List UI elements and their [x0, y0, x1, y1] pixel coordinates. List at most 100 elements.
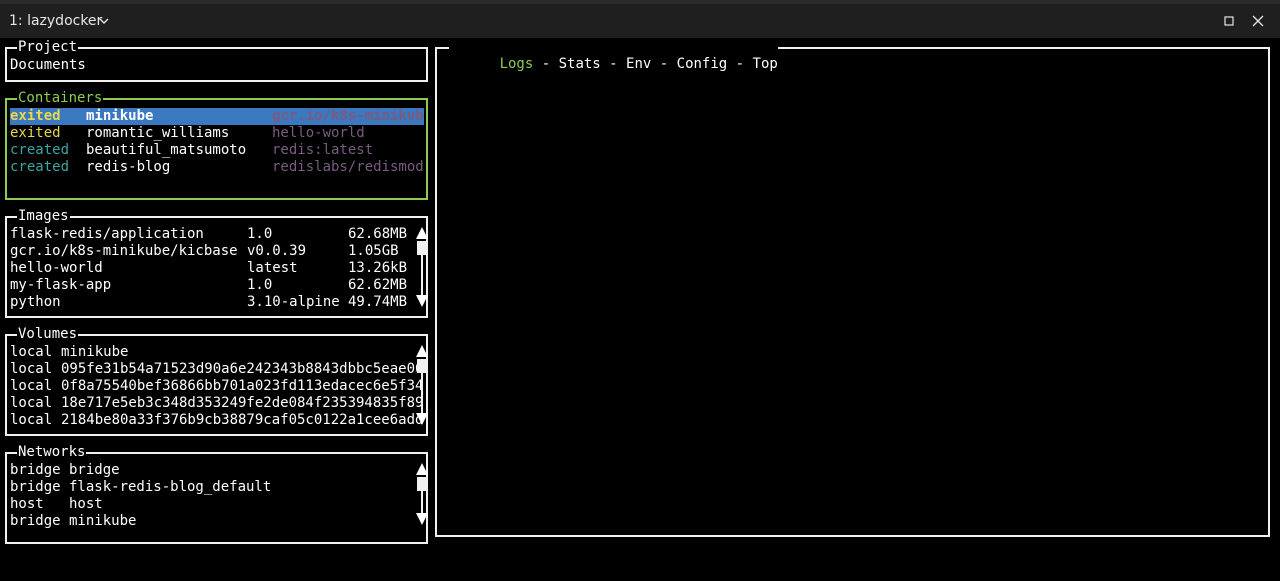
scroll-up-icon[interactable] — [415, 462, 429, 476]
tab-top[interactable]: Top — [752, 56, 778, 72]
volume-driver: local — [10, 395, 53, 411]
image-row[interactable]: flask-redis/application 1.0 62.68MB — [10, 226, 407, 243]
volume-driver: local — [10, 378, 53, 394]
image-name: gcr.io/k8s-minikube/kicbase — [10, 243, 238, 259]
network-name: minikube — [69, 513, 137, 529]
volume-row[interactable]: local 18e717e5eb3c348d353249fe2de084f235… — [10, 395, 423, 412]
image-row[interactable]: hello-world latest 13.26kB — [10, 260, 407, 277]
panel-title: Project — [17, 39, 79, 56]
panel-title: Images — [17, 208, 70, 225]
volume-row[interactable]: local minikube — [10, 344, 128, 361]
tab-title[interactable]: 1: lazydocker — [9, 12, 102, 30]
container-image: redislabs/redismod — [272, 159, 424, 175]
tab-stats[interactable]: Stats — [558, 56, 601, 72]
project-panel[interactable]: Project Documents — [5, 39, 428, 82]
container-row[interactable]: created beautiful_matsumoto redis:latest — [10, 142, 373, 159]
network-driver: host — [10, 496, 44, 512]
network-row[interactable]: bridge minikube — [10, 513, 136, 530]
tab-separator: - — [651, 56, 677, 72]
window-titlebar: 1: lazydocker — [0, 0, 1280, 38]
terminal: Project Documents Containers exited mini… — [0, 38, 1280, 544]
network-driver: bridge — [10, 513, 61, 529]
scroll-track[interactable] — [421, 255, 423, 295]
images-panel[interactable]: Images flask-redis/application 1.0 62.68… — [5, 208, 429, 318]
network-row[interactable]: host host — [10, 496, 103, 513]
scroll-down-icon[interactable] — [415, 294, 429, 308]
scroll-up-icon[interactable] — [415, 344, 429, 358]
scroll-down-icon[interactable] — [415, 512, 429, 526]
image-row[interactable]: my-flask-app 1.0 62.62MB — [10, 277, 407, 294]
container-row[interactable]: exited minikube gcr.io/k8s-minikub — [10, 108, 424, 125]
network-name: flask-redis-blog_default — [69, 479, 272, 495]
networks-scrollbar[interactable] — [415, 462, 429, 546]
volumes-panel[interactable]: Volumes local minikube local 095fe31b54a… — [5, 326, 429, 436]
image-name: hello-world — [10, 260, 103, 276]
container-name: redis-blog — [86, 159, 171, 175]
main-tabs: Logs - Stats - Env - Config - Top — [449, 39, 778, 90]
network-row[interactable]: bridge bridge — [10, 462, 120, 479]
images-scrollbar[interactable] — [415, 226, 429, 310]
container-row[interactable]: exited romantic_williams hello-world — [10, 125, 365, 142]
image-name: flask-redis/application — [10, 226, 204, 242]
scroll-down-icon[interactable] — [415, 412, 429, 426]
image-tag: 1.0 — [247, 226, 273, 242]
network-row[interactable]: bridge flask-redis-blog_default — [10, 479, 271, 496]
tab-env[interactable]: Env — [626, 56, 652, 72]
image-size: 1.05GB — [348, 243, 399, 259]
network-name: bridge — [69, 462, 120, 478]
chevron-down-icon[interactable] — [98, 12, 110, 30]
volume-driver: local — [10, 412, 53, 428]
container-status: created — [10, 159, 70, 175]
networks-panel[interactable]: Networks bridge bridge bridge flask-redi… — [5, 444, 429, 546]
container-status: exited — [10, 125, 61, 141]
scroll-thumb[interactable] — [417, 241, 426, 255]
tab-separator: - — [533, 56, 559, 72]
image-name: my-flask-app — [10, 277, 112, 293]
network-driver: bridge — [10, 462, 61, 478]
container-image: redis:latest — [272, 142, 374, 158]
volume-name: minikube — [61, 344, 129, 360]
container-status: exited — [10, 108, 61, 124]
container-image: gcr.io/k8s-minikub — [272, 108, 424, 124]
image-row[interactable]: gcr.io/k8s-minikube/kicbase v0.0.39 1.05… — [10, 243, 399, 260]
scroll-track[interactable] — [421, 373, 423, 413]
image-row[interactable]: python 3.10-alpine 49.74MB — [10, 294, 407, 311]
network-name: host — [69, 496, 103, 512]
container-name: romantic_williams — [86, 125, 230, 141]
scroll-track[interactable] — [421, 491, 423, 513]
volume-name: 18e717e5eb3c348d353249fe2de084f235394835… — [61, 395, 424, 411]
volume-name: 095fe31b54a71523d90a6e242343b8843dbbc5ea… — [61, 361, 424, 377]
volume-driver: local — [10, 344, 53, 360]
containers-panel[interactable]: Containers exited minikube gcr.io/k8s-mi… — [5, 90, 428, 200]
image-tag: latest — [247, 260, 298, 276]
tab-separator: - — [600, 56, 627, 72]
tab-logs[interactable]: Logs — [499, 56, 534, 72]
scroll-thumb[interactable] — [417, 477, 426, 491]
main-panel[interactable]: Logs - Stats - Env - Config - Top — [435, 39, 1270, 537]
volume-row[interactable]: local 2184be80a33f376b9cb38879caf05c0122… — [10, 412, 423, 429]
volume-row[interactable]: local 0f8a75540bef36866bb701a023fd113eda… — [10, 378, 423, 395]
panel-title: Containers — [17, 90, 104, 107]
panel-title: Volumes — [17, 326, 79, 343]
volumes-scrollbar[interactable] — [415, 344, 429, 428]
tab-config[interactable]: Config — [676, 56, 728, 72]
maximize-icon[interactable] — [1220, 12, 1238, 30]
volume-driver: local — [10, 361, 53, 377]
volume-name: 0f8a75540bef36866bb701a023fd113edacec6e5… — [61, 378, 424, 394]
container-name: minikube — [86, 108, 154, 124]
scroll-up-icon[interactable] — [415, 226, 429, 240]
image-size: 49.74MB — [348, 294, 408, 310]
container-row[interactable]: created redis-blog redislabs/redismod — [10, 159, 424, 176]
image-tag: 3.10-alpine — [247, 294, 340, 310]
image-name: python — [10, 294, 61, 310]
image-tag: v0.0.39 — [247, 243, 307, 259]
scroll-thumb[interactable] — [417, 359, 426, 373]
volume-row[interactable]: local 095fe31b54a71523d90a6e242343b8843d… — [10, 361, 423, 378]
container-image: hello-world — [272, 125, 365, 141]
network-driver: bridge — [10, 479, 61, 495]
panel-title: Networks — [17, 444, 87, 461]
image-size: 62.62MB — [348, 277, 408, 293]
close-icon[interactable] — [1249, 12, 1267, 30]
project-name: Documents — [10, 57, 86, 73]
container-name: beautiful_matsumoto — [86, 142, 247, 158]
